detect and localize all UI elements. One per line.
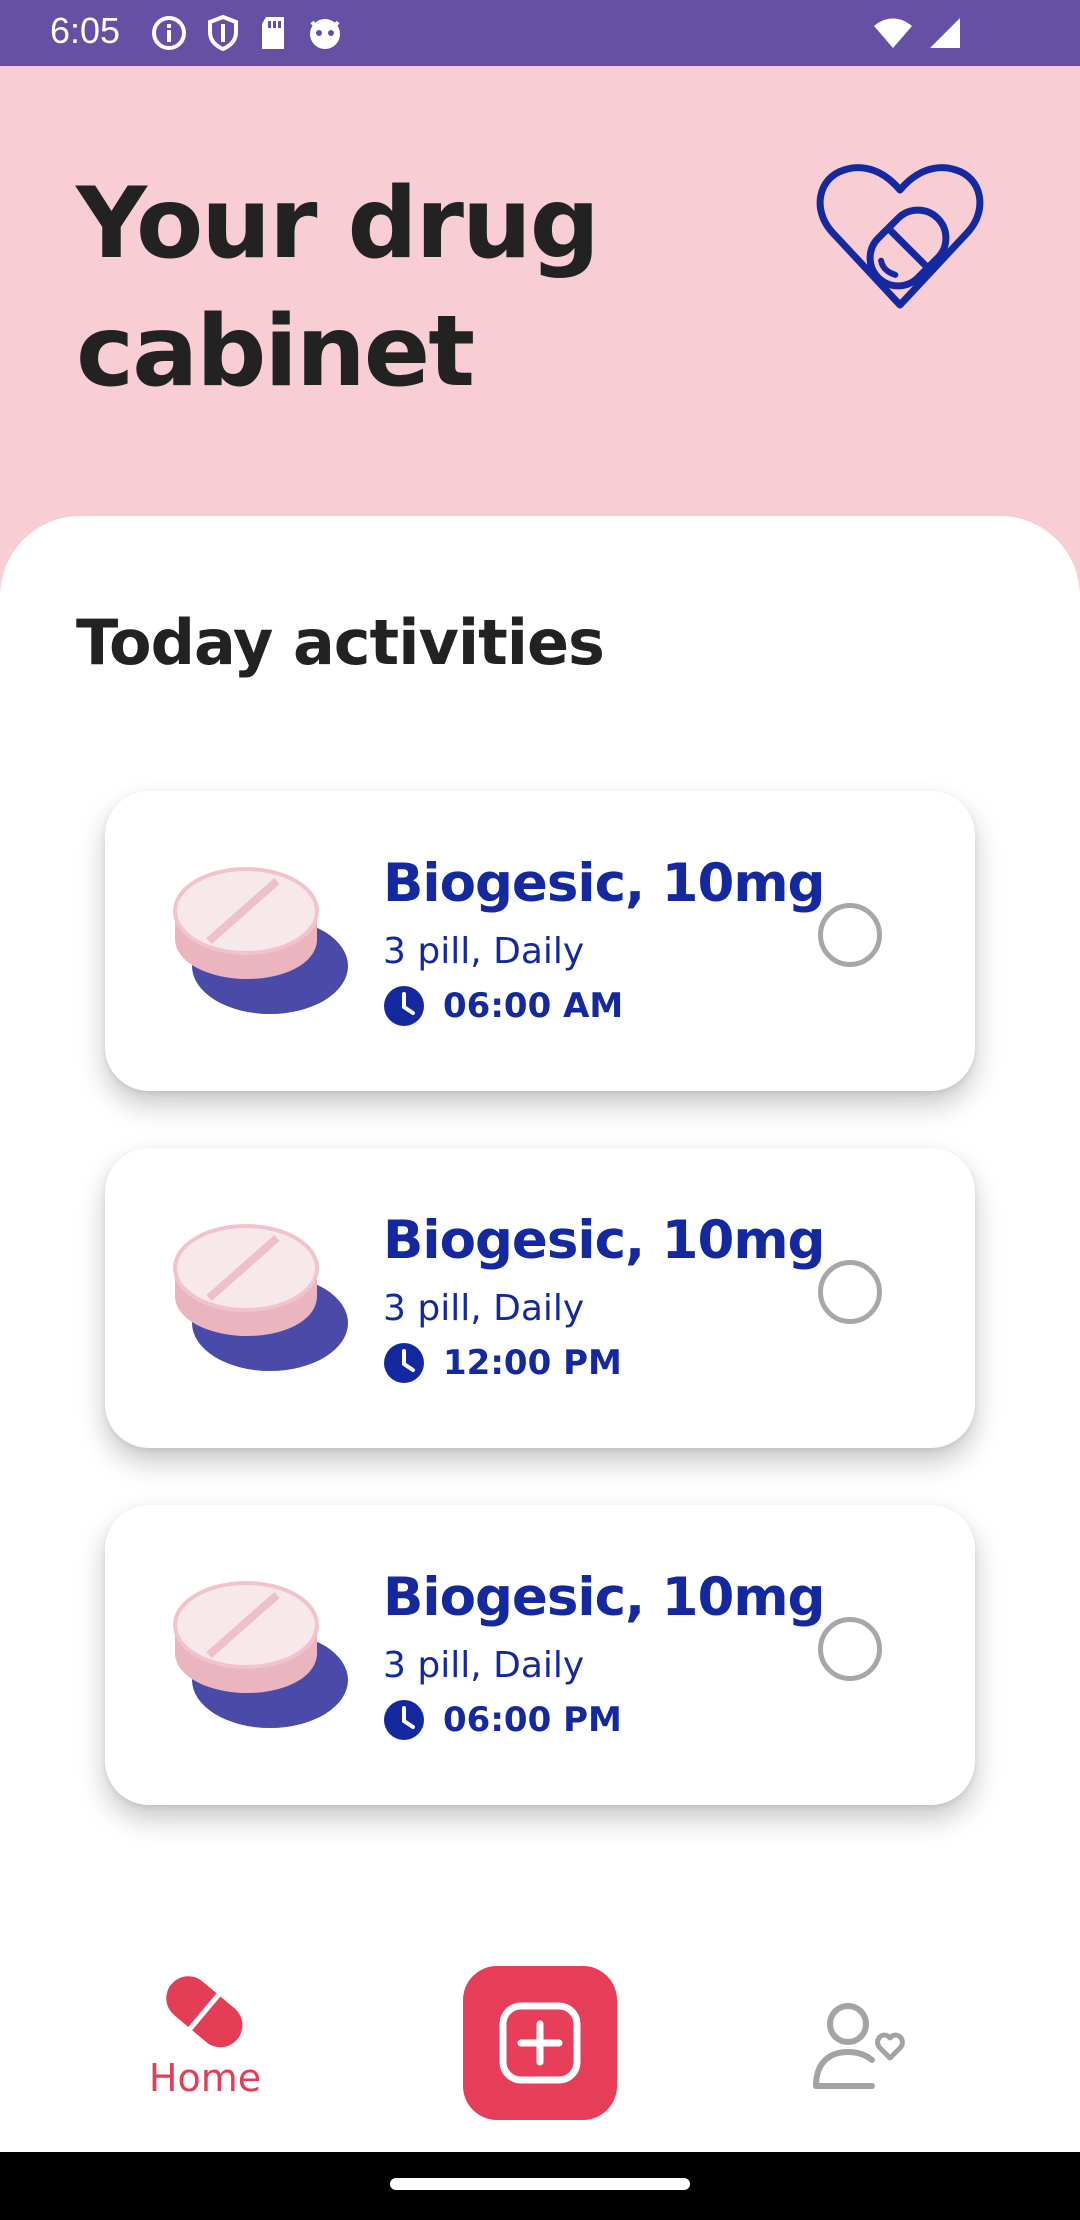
heart-pill-icon [816,164,984,309]
status-time: 6:05 [50,10,121,51]
user-heart-icon[interactable] [810,1996,910,2096]
medication-time-row: 12:00 PM [383,1342,622,1384]
cell-signal-icon [930,18,960,48]
status-bar: 6:05 [0,0,1080,66]
cat-face-icon [310,19,340,49]
shield-icon [208,14,238,52]
medication-name: Biogesic, 10mg [383,1210,825,1271]
page-title: Your drug cabinet [76,167,600,409]
clock-icon [384,1700,424,1740]
status-right-icons [872,16,962,50]
taken-checkbox[interactable] [818,1617,882,1681]
add-medication-button[interactable] [463,1966,617,2120]
pill-image [173,1581,348,1728]
medication-dose: 3 pill, Daily [383,1645,585,1686]
medication-name: Biogesic, 10mg [383,1567,825,1628]
pill-image [173,867,348,1014]
wifi-icon [874,18,912,48]
nav-home-label: Home [148,2056,262,2100]
pill-image [173,1224,348,1371]
medication-name: Biogesic, 10mg [383,853,825,914]
gesture-handle[interactable] [390,2178,690,2190]
medication-time: 06:00 PM [443,1700,622,1740]
medication-time: 12:00 PM [443,1343,622,1383]
status-icons [150,14,344,52]
medication-time: 06:00 AM [443,986,624,1026]
gesture-navigation-bar [0,2152,1080,2220]
nav-home[interactable]: Home [110,1966,300,2116]
add-square-icon [499,2002,581,2084]
info-icon [152,16,186,50]
activity-card[interactable]: Biogesic, 10mg 3 pill, Daily 06:00 PM [105,1505,975,1805]
medication-time-row: 06:00 PM [383,1699,622,1741]
taken-checkbox[interactable] [818,903,882,967]
activity-card[interactable]: Biogesic, 10mg 3 pill, Daily 12:00 PM [105,1148,975,1448]
sd-card-icon [262,17,284,49]
medication-dose: 3 pill, Daily [383,1288,585,1329]
clock-icon [384,986,424,1026]
activity-card[interactable]: Biogesic, 10mg 3 pill, Daily 06:00 AM [105,791,975,1091]
bottom-navigation: Home [0,1926,1080,2152]
medication-dose: 3 pill, Daily [383,931,585,972]
capsule-icon [166,1976,243,2048]
medication-time-row: 06:00 AM [383,985,623,1027]
taken-checkbox[interactable] [818,1260,882,1324]
clock-icon [384,1343,424,1383]
section-title: Today activities [76,606,605,679]
